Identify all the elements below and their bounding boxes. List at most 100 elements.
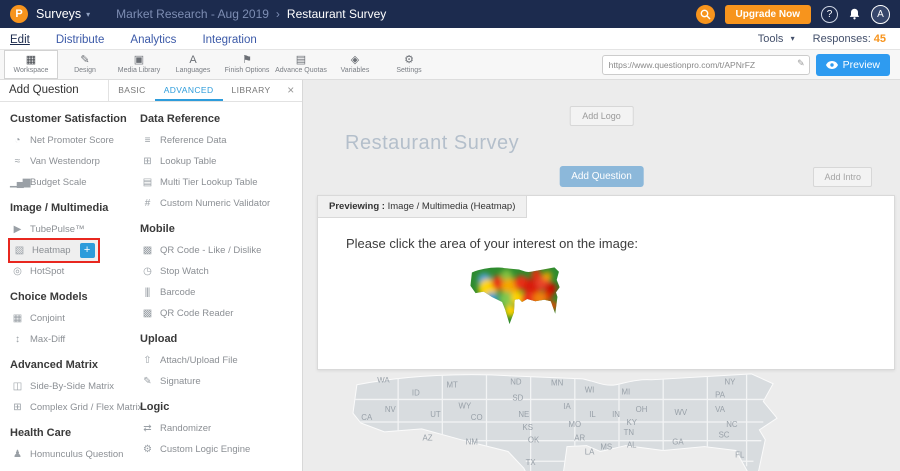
- ribbon-item-finish-options[interactable]: ⚑Finish Options: [220, 50, 274, 79]
- reference-data-icon: ≡: [140, 135, 154, 146]
- search-button[interactable]: [696, 5, 715, 24]
- question-type-barcode[interactable]: |||Barcode: [140, 282, 302, 303]
- question-type-label: Heatmap: [32, 245, 71, 256]
- question-type-randomizer[interactable]: ⇄Randomizer: [140, 418, 302, 439]
- state-label-wi: WI: [585, 386, 595, 395]
- question-type-label: Van Westendorp: [30, 156, 100, 167]
- state-label-co: CO: [471, 413, 483, 422]
- upgrade-now-button[interactable]: Upgrade Now: [725, 5, 811, 24]
- help-button[interactable]: ?: [821, 6, 838, 23]
- edit-url-icon[interactable]: ✎: [797, 58, 805, 69]
- ribbon-item-advance-quotas[interactable]: ▤Advance Quotas: [274, 50, 328, 79]
- maxdiff-icon: ↕: [10, 334, 24, 345]
- topbar: P Surveys ▾ Market Research - Aug 2019 ›…: [0, 0, 900, 28]
- question-type-stop-watch[interactable]: ◷Stop Watch: [140, 261, 302, 282]
- ribbon-item-variables[interactable]: ◈Variables: [328, 50, 382, 79]
- numeric-validator-icon: #: [140, 198, 154, 209]
- state-label-mi: MI: [622, 388, 631, 397]
- us-map-background: WAMTNDMNWIMINYIDWYSDNEIAILINOHPANVUTCOKS…: [339, 370, 899, 471]
- question-type-label: QR Code - Like / Dislike: [160, 245, 261, 256]
- breadcrumb-parent[interactable]: Market Research - Aug 2019: [116, 7, 269, 21]
- question-type-attach-upload-file[interactable]: ⇧Attach/Upload File: [140, 350, 302, 371]
- survey-url-input[interactable]: [602, 55, 810, 75]
- responses-counter[interactable]: Responses:45: [813, 33, 886, 45]
- state-label-ar: AR: [574, 434, 585, 443]
- question-type-label: Max-Diff: [30, 334, 65, 345]
- question-type-budget-scale[interactable]: ▁▄▆Budget Scale: [10, 172, 128, 193]
- section-heading-health-care: Health Care: [10, 427, 128, 439]
- state-label-ca: CA: [361, 413, 373, 422]
- languages-icon: A: [189, 55, 196, 66]
- close-panel-button[interactable]: ×: [280, 80, 302, 101]
- qr-like-icon: ▩: [140, 245, 154, 256]
- panel-body: Customer Satisfaction◔Net Promoter Score…: [0, 102, 302, 471]
- heatmap-image[interactable]: [466, 264, 584, 340]
- questionpro-logo[interactable]: P: [10, 5, 28, 23]
- nav-tab-edit[interactable]: Edit: [10, 34, 30, 46]
- question-type-label: Homunculus Question: [30, 449, 123, 460]
- state-label-nv: NV: [385, 405, 397, 414]
- question-type-custom-numeric-validator[interactable]: #Custom Numeric Validator: [140, 193, 302, 214]
- question-type-hotspot[interactable]: ◎HotSpot: [10, 261, 128, 282]
- responses-count: 45: [874, 33, 886, 45]
- state-label-az: AZ: [423, 434, 433, 443]
- state-label-ny: NY: [724, 378, 736, 387]
- question-type-lookup-table[interactable]: ⊞Lookup Table: [140, 151, 302, 172]
- nav-tab-distribute[interactable]: Distribute: [56, 34, 105, 46]
- ribbon-item-design[interactable]: ✎Design: [58, 50, 112, 79]
- question-type-complex-grid-flex-matrix[interactable]: ⊞Complex Grid / Flex Matrix: [10, 397, 128, 418]
- ribbon-item-label: Advance Quotas: [275, 67, 327, 74]
- question-type-label: Side-By-Side Matrix: [30, 381, 114, 392]
- question-type-qr-code-reader[interactable]: ▩QR Code Reader: [140, 303, 302, 324]
- question-type-homunculus-question[interactable]: ♟ Homunculus Question: [10, 444, 128, 465]
- ribbon-item-languages[interactable]: ALanguages: [166, 50, 220, 79]
- section-heading-choice-models: Choice Models: [10, 291, 128, 303]
- panel-tab-library[interactable]: LIBRARY: [223, 80, 280, 101]
- panel-tab-basic[interactable]: BASIC: [109, 80, 155, 101]
- nav-tab-analytics[interactable]: Analytics: [130, 34, 176, 46]
- question-preview-card: Previewing : Image / Multimedia (Heatmap…: [317, 195, 895, 370]
- stopwatch-icon: ◷: [140, 266, 154, 277]
- add-question-panel: Add Question BASICADVANCEDLIBRARY × Cust…: [0, 80, 303, 471]
- ribbon-item-media-library[interactable]: ▣Media Library: [112, 50, 166, 79]
- ribbon-item-workspace[interactable]: ▦Workspace: [4, 50, 58, 79]
- nav-tab-integration[interactable]: Integration: [202, 34, 256, 46]
- state-label-tx: TX: [526, 458, 537, 467]
- hotspot-icon: ◎: [10, 266, 24, 277]
- main-area: Add Question BASICADVANCEDLIBRARY × Cust…: [0, 80, 900, 471]
- ribbon-item-settings[interactable]: ⚙Settings: [382, 50, 436, 79]
- ribbon-toolbar: ▦Workspace✎Design▣Media LibraryALanguage…: [0, 50, 900, 80]
- section-heading-image-multimedia: Image / Multimedia: [10, 202, 128, 214]
- question-type-signature[interactable]: ✎Signature: [140, 371, 302, 392]
- question-type-max-diff[interactable]: ↕ Max-Diff: [10, 329, 128, 350]
- question-type-net-promoter-score[interactable]: ◔Net Promoter Score: [10, 130, 128, 151]
- question-type-multi-tier-lookup-table[interactable]: ▤Multi Tier Lookup Table: [140, 172, 302, 193]
- state-label-fl: FL: [735, 450, 745, 459]
- avatar[interactable]: A: [871, 5, 890, 24]
- question-type-reference-data[interactable]: ≡Reference Data: [140, 130, 302, 151]
- preview-button[interactable]: Preview: [816, 54, 890, 76]
- add-question-button[interactable]: Add Question: [559, 166, 644, 187]
- tools-menu[interactable]: Tools ▾: [758, 33, 795, 45]
- question-type-label: QR Code Reader: [160, 308, 233, 319]
- bell-icon: [848, 7, 861, 21]
- question-type-qr-code-like-dislike[interactable]: ▩ QR Code - Like / Dislike: [140, 240, 302, 261]
- question-type-heatmap[interactable]: ▧Heatmap+: [10, 240, 98, 261]
- panel-column-1: Customer Satisfaction◔Net Promoter Score…: [0, 102, 128, 471]
- state-label-pa: PA: [715, 390, 726, 399]
- notifications-button[interactable]: [848, 7, 861, 21]
- barcode-icon: |||: [140, 287, 154, 298]
- question-type-conjoint[interactable]: ▦Conjoint: [10, 308, 128, 329]
- tubepulse-icon: ▶: [10, 224, 24, 235]
- question-type-tubepulse[interactable]: ▶TubePulse™: [10, 219, 128, 240]
- homunculus-icon: ♟: [10, 449, 24, 460]
- panel-tab-advanced[interactable]: ADVANCED: [155, 80, 223, 101]
- preview-label: Preview: [843, 59, 880, 71]
- add-heatmap-question-button[interactable]: +: [80, 243, 95, 258]
- question-type-custom-logic-engine[interactable]: ⚙Custom Logic Engine: [140, 439, 302, 460]
- add-intro-button[interactable]: Add Intro: [813, 167, 872, 187]
- surveys-menu[interactable]: Surveys ▾: [36, 7, 90, 21]
- question-type-side-by-side-matrix[interactable]: ◫Side-By-Side Matrix: [10, 376, 128, 397]
- add-logo-button[interactable]: Add Logo: [569, 106, 634, 126]
- question-type-van-westendorp[interactable]: ≈Van Westendorp: [10, 151, 128, 172]
